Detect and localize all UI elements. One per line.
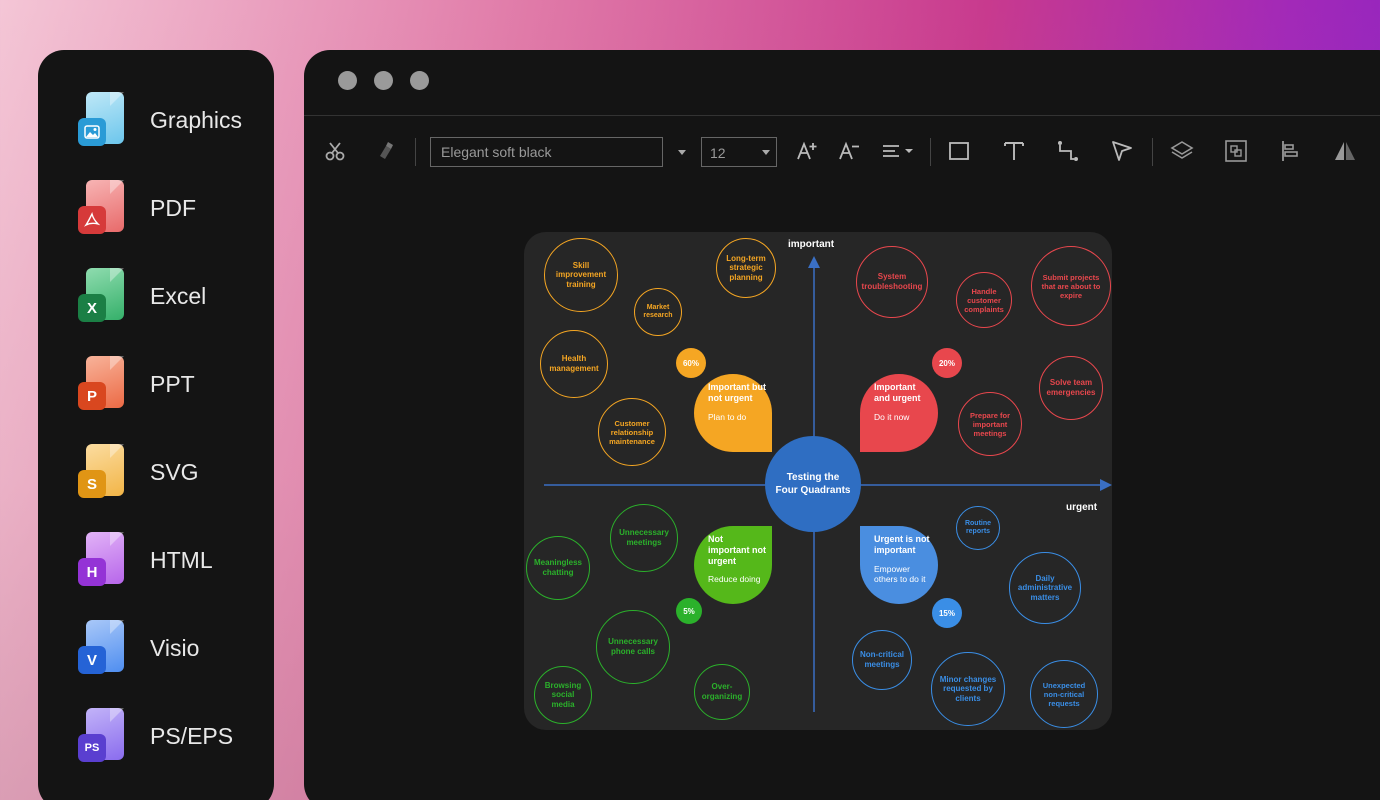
bubble-submit-projects[interactable]: Submit projects that are about to expire [1031,246,1111,326]
percent-badge-top-right: 20% [932,348,962,378]
sidebar-item-label: PDF [150,194,196,221]
bubble-customer-relationship[interactable]: Customer relationship maintenance [598,398,666,466]
sidebar-item-label: Graphics [150,106,243,133]
bubble-team-emergencies[interactable]: Solve team emergencies [1039,356,1103,420]
align-left-icon[interactable] [1278,138,1304,164]
align-text-icon[interactable] [880,138,916,164]
bubble-noncritical-meetings[interactable]: Non-critical meetings [852,630,912,690]
sidebar-item-visio[interactable]: V Visio [78,618,268,678]
quadrant-title: Urgent is not important [874,534,930,555]
bubble-over-organizing[interactable]: Over-organizing [694,664,750,720]
toolbar-divider [1152,138,1153,166]
sidebar-item-label: SVG [150,458,199,485]
ps-file-icon: PS [78,708,124,764]
bubble-customer-complaints[interactable]: Handle customer complaints [956,272,1012,328]
bubble-system-troubleshooting[interactable]: System troubleshooting [856,246,928,318]
quadrant-card-not-important-not-urgent[interactable]: Not important not urgent Reduce doing [694,526,772,604]
sidebar-item-label: PPT [150,370,195,397]
quadrant-subtitle: Plan to do [708,411,747,422]
bubble-unexpected-requests[interactable]: Unexpected non-critical requests [1030,660,1098,728]
center-title-line1: Testing the [786,472,840,483]
window-close-dot[interactable] [338,71,357,90]
sidebar-item-label: PS/EPS [150,722,234,749]
quadrant-subtitle: Reduce doing [708,574,761,585]
format-sidebar: Graphics PDF X Excel P PPT S SVG H HTML … [38,50,274,800]
quadrant-subtitle: Do it now [874,411,910,422]
sidebar-item-html[interactable]: H HTML [78,530,268,590]
svg-file-icon: S [78,444,124,500]
sidebar-item-label: Excel [150,282,207,309]
sidebar-item-label: HTML [150,546,213,573]
visio-file-icon: V [78,620,124,676]
scissors-icon[interactable] [322,138,348,164]
decrease-font-icon[interactable] [836,138,862,164]
excel-file-icon: X [78,268,124,324]
sidebar-item-ps-eps[interactable]: PS PS/EPS [78,706,268,766]
ppt-file-icon: P [78,356,124,412]
diagram-canvas[interactable]: important urgent Skill improvement train… [524,232,1112,730]
bubble-skill-training[interactable]: Skill improvement training [544,238,618,312]
center-title-line2: Four Quadrants [775,485,851,496]
image-file-icon [78,92,124,148]
quadrant-card-important-not-urgent[interactable]: Important but not urgent Plan to do [694,374,772,452]
axis-label-important: important [788,239,835,250]
flip-icon[interactable] [1332,138,1358,164]
percent-badge-top-left: 60% [676,348,706,378]
bubble-minor-changes[interactable]: Minor changes requested by clients [931,652,1005,726]
font-dropdown-icon[interactable] [678,150,686,155]
bubble-social-media[interactable]: Browsing social media [534,666,592,724]
connector-icon[interactable] [1055,138,1081,164]
text-tool-icon[interactable] [1001,138,1027,164]
sidebar-item-excel[interactable]: X Excel [78,266,268,326]
axis-label-urgent: urgent [1066,502,1098,513]
sidebar-item-svg[interactable]: S SVG [78,442,268,502]
sidebar-item-pdf[interactable]: PDF [78,178,268,238]
quadrant-title: Important and urgent [874,382,921,403]
quadrant-title: Important but not urgent [708,382,766,403]
pointer-icon[interactable] [1109,138,1135,164]
bubble-health-management[interactable]: Health management [540,330,608,398]
window-minimize-dot[interactable] [374,71,393,90]
layers-icon[interactable] [1169,138,1195,164]
quadrant-card-important-urgent[interactable]: Important and urgent Do it now [860,374,938,452]
percent-badge-bottom-right: 15% [932,598,962,628]
bubble-strategic-planning[interactable]: Long-term strategic planning [716,238,776,298]
font-name-field[interactable]: Elegant soft black [430,137,663,167]
editor-window: Elegant soft black 12 important urgent S… [304,50,1380,800]
rectangle-icon[interactable] [946,138,972,164]
group-icon[interactable] [1223,138,1249,164]
bubble-unnecessary-calls[interactable]: Unnecessary phone calls [596,610,670,684]
format-brush-icon[interactable] [372,138,398,164]
quadrant-card-urgent-not-important[interactable]: Urgent is not important Empower others t… [860,526,938,604]
increase-font-icon[interactable] [794,138,820,164]
window-maximize-dot[interactable] [410,71,429,90]
toolbar-divider [930,138,931,166]
html-file-icon: H [78,532,124,588]
pdf-file-icon [78,180,124,236]
titlebar-divider [304,115,1380,116]
bubble-daily-admin[interactable]: Daily administrative matters [1009,552,1081,624]
bubble-routine-reports[interactable]: Routine reports [956,506,1000,550]
percent-badge-bottom-left: 5% [676,598,702,624]
quadrant-subtitle: Empower others to do it [874,563,926,584]
toolbar: Elegant soft black 12 [304,130,1380,174]
sidebar-item-ppt[interactable]: P PPT [78,354,268,414]
font-size-dropdown-icon[interactable] [762,150,770,155]
quadrant-title: Not important not urgent [708,534,766,566]
bubble-prepare-meetings[interactable]: Prepare for important meetings [958,392,1022,456]
bubble-unnecessary-meetings[interactable]: Unnecessary meetings [610,504,678,572]
bubble-meaningless-chatting[interactable]: Meaningless chatting [526,536,590,600]
center-topic[interactable]: Testing the Four Quadrants [765,436,861,532]
sidebar-item-graphics[interactable]: Graphics [78,90,268,150]
bubble-market-research[interactable]: Market research [634,288,682,336]
sidebar-item-label: Visio [150,634,200,661]
toolbar-divider [415,138,416,166]
